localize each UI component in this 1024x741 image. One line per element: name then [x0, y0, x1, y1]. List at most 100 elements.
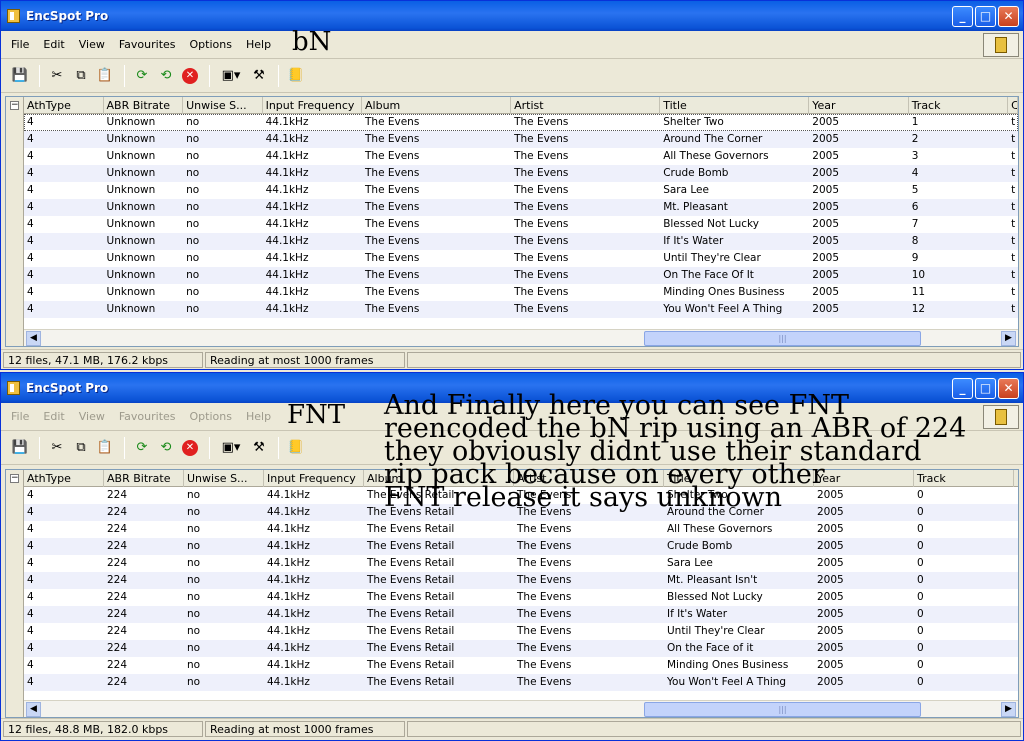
scroll-thumb[interactable]: |||: [644, 702, 921, 717]
table-cell: Unknown: [106, 286, 156, 298]
column-header-8[interactable]: Track: [909, 97, 1009, 114]
paste-icon[interactable]: 📋: [94, 65, 116, 87]
column-header-5[interactable]: Artist: [514, 470, 664, 487]
menu-edit[interactable]: Edit: [43, 410, 64, 423]
collapse-icon[interactable]: −: [10, 101, 19, 110]
menu-view[interactable]: View: [79, 410, 105, 423]
column-header-5[interactable]: Artist: [511, 97, 661, 114]
column-header-4[interactable]: Album: [362, 97, 512, 114]
column-header-3[interactable]: Input Frequency: [264, 470, 364, 487]
table-row[interactable]: 4 224 no 44.1kHz The Evens Retail The Evens Cr…: [24, 538, 1018, 555]
title-bar[interactable]: EncSpot Pro _ □ ✕: [1, 1, 1023, 31]
table-row[interactable]: 4 Unknown no 44.1kHz The Evens The Evens You W…: [24, 301, 1018, 318]
table-row[interactable]: 4 224 no 44.1kHz The Evens Retail The Evens Yo…: [24, 674, 1018, 691]
refresh-icon[interactable]: ⟳: [131, 65, 153, 87]
table-row[interactable]: 4 Unknown no 44.1kHz The Evens The Evens Bless…: [24, 216, 1018, 233]
table-row[interactable]: 4 224 no 44.1kHz The Evens Retail The Evens Sh…: [24, 487, 1018, 504]
table-row[interactable]: 4 Unknown no 44.1kHz The Evens The Evens Shelt…: [24, 114, 1018, 131]
scroll-left-icon[interactable]: ◀: [26, 331, 41, 346]
book-icon[interactable]: [983, 405, 1019, 429]
save-icon[interactable]: 💾: [9, 65, 31, 87]
book-icon[interactable]: 📒: [285, 437, 307, 459]
column-header-2[interactable]: Unwise S...: [184, 470, 264, 487]
table-row[interactable]: 4 Unknown no 44.1kHz The Evens The Evens Mindi…: [24, 284, 1018, 301]
menu-favourites[interactable]: Favourites: [119, 410, 176, 423]
menu-help[interactable]: Help: [246, 410, 271, 423]
book-icon[interactable]: [983, 33, 1019, 57]
table-cell: 2005: [817, 659, 844, 671]
table-row[interactable]: 4 Unknown no 44.1kHz The Evens The Evens Crude…: [24, 165, 1018, 182]
file-list[interactable]: − AthType ABR Bitrate Unwise S... Input Fre…: [5, 469, 1019, 718]
column-header-1[interactable]: ABR Bitrate: [104, 470, 184, 487]
minimize-button[interactable]: _: [952, 5, 973, 27]
tools-icon[interactable]: ⚒: [248, 65, 270, 87]
scroll-left-icon[interactable]: ◀: [26, 702, 41, 717]
column-header-6[interactable]: Title: [664, 470, 814, 487]
column-header-4[interactable]: Album: [364, 470, 514, 487]
file-list[interactable]: − AthType ABR Bitrate Unwise S... Input Fre…: [5, 96, 1019, 347]
table-row[interactable]: 4 224 no 44.1kHz The Evens Retail The Evens Al…: [24, 521, 1018, 538]
refresh-all-icon[interactable]: ⟲: [155, 437, 177, 459]
refresh-all-icon[interactable]: ⟲: [155, 65, 177, 87]
book-icon[interactable]: 📒: [285, 65, 307, 87]
close-button[interactable]: ✕: [998, 5, 1019, 27]
column-header-0[interactable]: AthType: [24, 97, 104, 114]
menu-edit[interactable]: Edit: [43, 38, 64, 51]
table-row[interactable]: 4 Unknown no 44.1kHz The Evens The Evens Until…: [24, 250, 1018, 267]
table-row[interactable]: 4 224 no 44.1kHz The Evens Retail The Evens If…: [24, 606, 1018, 623]
menu-file[interactable]: File: [11, 410, 29, 423]
maximize-button[interactable]: □: [975, 377, 996, 399]
table-row[interactable]: 4 224 no 44.1kHz The Evens Retail The Evens Bl…: [24, 589, 1018, 606]
table-row[interactable]: 4 Unknown no 44.1kHz The Evens The Evens Aroun…: [24, 131, 1018, 148]
table-row[interactable]: 4 224 no 44.1kHz The Evens Retail The Evens On…: [24, 640, 1018, 657]
table-row[interactable]: 4 Unknown no 44.1kHz The Evens The Evens Sara …: [24, 182, 1018, 199]
collapse-icon[interactable]: −: [10, 474, 19, 483]
stop-icon[interactable]: ✕: [179, 65, 201, 87]
menu-options[interactable]: Options: [190, 410, 232, 423]
table-row[interactable]: 4 Unknown no 44.1kHz The Evens The Evens Mt. P…: [24, 199, 1018, 216]
column-header-2[interactable]: Unwise S...: [183, 97, 263, 114]
column-header-0[interactable]: AthType: [24, 470, 104, 487]
table-row[interactable]: 4 224 no 44.1kHz The Evens Retail The Evens Un…: [24, 623, 1018, 640]
minimize-button[interactable]: _: [952, 377, 973, 399]
cut-icon[interactable]: ✂: [46, 65, 68, 87]
tools-icon[interactable]: ⚒: [248, 437, 270, 459]
table-row[interactable]: 4 Unknown no 44.1kHz The Evens The Evens If It…: [24, 233, 1018, 250]
horizontal-scrollbar[interactable]: ◀ ||| ▶: [24, 329, 1018, 346]
save-icon[interactable]: 💾: [9, 437, 31, 459]
column-header-9[interactable]: C: [1008, 97, 1018, 114]
table-row[interactable]: 4 Unknown no 44.1kHz The Evens The Evens On Th…: [24, 267, 1018, 284]
table-row[interactable]: 4 224 no 44.1kHz The Evens Retail The Evens Mt…: [24, 572, 1018, 589]
stop-icon[interactable]: ✕: [179, 437, 201, 459]
scroll-thumb[interactable]: |||: [644, 331, 921, 346]
table-cell: 4: [27, 235, 34, 247]
close-button[interactable]: ✕: [998, 377, 1019, 399]
options-icon[interactable]: ▣▾: [216, 65, 246, 87]
column-header-8[interactable]: Track: [914, 470, 1014, 487]
table-row[interactable]: 4 224 no 44.1kHz The Evens Retail The Evens Sa…: [24, 555, 1018, 572]
cut-icon[interactable]: ✂: [46, 437, 68, 459]
column-header-6[interactable]: Title: [660, 97, 810, 114]
menu-view[interactable]: View: [79, 38, 105, 51]
scroll-right-icon[interactable]: ▶: [1001, 331, 1016, 346]
options-icon[interactable]: ▣▾: [216, 437, 246, 459]
menu-help[interactable]: Help: [246, 38, 271, 51]
column-header-7[interactable]: Year: [814, 470, 914, 487]
column-header-1[interactable]: ABR Bitrate: [104, 97, 184, 114]
scroll-right-icon[interactable]: ▶: [1001, 702, 1016, 717]
menu-options[interactable]: Options: [190, 38, 232, 51]
title-bar[interactable]: EncSpot Pro _ □ ✕: [1, 373, 1023, 403]
menu-file[interactable]: File: [11, 38, 29, 51]
copy-icon[interactable]: ⧉: [70, 65, 92, 87]
paste-icon[interactable]: 📋: [94, 437, 116, 459]
table-row[interactable]: 4 224 no 44.1kHz The Evens Retail The Evens Mi…: [24, 657, 1018, 674]
column-header-3[interactable]: Input Frequency: [263, 97, 362, 114]
copy-icon[interactable]: ⧉: [70, 437, 92, 459]
maximize-button[interactable]: □: [975, 5, 996, 27]
column-header-7[interactable]: Year: [809, 97, 909, 114]
table-row[interactable]: 4 Unknown no 44.1kHz The Evens The Evens All T…: [24, 148, 1018, 165]
refresh-icon[interactable]: ⟳: [131, 437, 153, 459]
table-row[interactable]: 4 224 no 44.1kHz The Evens Retail The Evens Ar…: [24, 504, 1018, 521]
menu-favourites[interactable]: Favourites: [119, 38, 176, 51]
horizontal-scrollbar[interactable]: ◀ ||| ▶: [24, 700, 1018, 717]
